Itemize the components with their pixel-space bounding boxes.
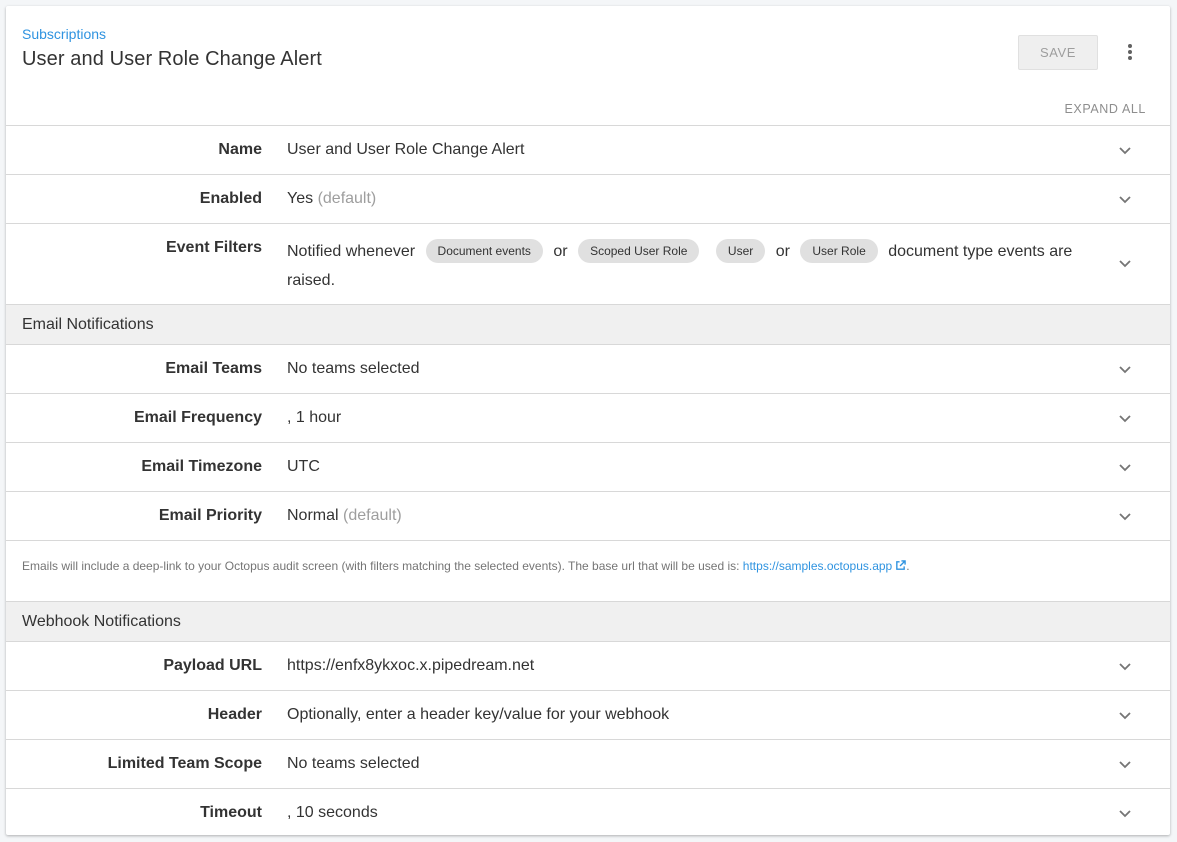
row-label: Email Teams xyxy=(165,360,262,377)
save-button[interactable]: SAVE xyxy=(1018,35,1098,70)
row-label: Event Filters xyxy=(165,239,262,256)
external-link-icon[interactable] xyxy=(895,560,906,571)
chevron-down-icon[interactable] xyxy=(1117,191,1133,207)
row-enabled[interactable]: Enabled Yes (default) xyxy=(6,174,1170,223)
subscription-card: Subscriptions User and User Role Change … xyxy=(6,6,1170,835)
note-text-wrap: Emails will include a deep-link to your … xyxy=(22,559,910,573)
filter-or: or xyxy=(775,243,790,260)
section-webhook-notifications: Webhook Notifications xyxy=(6,601,1170,641)
row-value: Notified whenever Document events or Sco… xyxy=(287,237,1087,295)
row-email-frequency[interactable]: Email Frequency , 1 hour xyxy=(6,393,1170,442)
chevron-down-icon[interactable] xyxy=(1117,142,1133,158)
email-deeplink-note: Emails will include a deep-link to your … xyxy=(6,540,1170,601)
row-label: Email Priority xyxy=(158,507,262,524)
row-label: Enabled xyxy=(199,190,262,207)
default-hint: (default) xyxy=(317,190,377,207)
chevron-down-icon[interactable] xyxy=(1117,508,1133,524)
row-event-filters[interactable]: Event Filters Notified whenever Document… xyxy=(6,223,1170,304)
filter-prefix: Notified whenever xyxy=(287,243,416,260)
row-label: Timeout xyxy=(200,804,262,821)
note-text: Emails will include a deep-link to your … xyxy=(22,559,743,573)
page-title: User and User Role Change Alert xyxy=(22,48,322,70)
row-value: Yes (default) xyxy=(287,190,376,208)
chevron-down-icon[interactable] xyxy=(1117,658,1133,674)
chip-scoped-user-role: Scoped User Role xyxy=(578,239,700,263)
row-header[interactable]: Header Optionally, enter a header key/va… xyxy=(6,690,1170,739)
row-name[interactable]: Name User and User Role Change Alert xyxy=(6,125,1170,174)
section-title: Email Notifications xyxy=(22,316,154,333)
base-url-link[interactable]: https://samples.octopus.app xyxy=(743,559,892,573)
breadcrumb-subscriptions[interactable]: Subscriptions xyxy=(22,26,106,42)
priority-value: Normal xyxy=(287,507,339,524)
row-label: Header xyxy=(207,706,262,723)
chip-document-events: Document events xyxy=(425,239,543,263)
expand-all-button[interactable]: EXPAND ALL xyxy=(1064,102,1146,116)
enabled-value: Yes xyxy=(287,190,314,207)
row-label: Name xyxy=(218,141,262,158)
row-value: , 1 hour xyxy=(287,409,342,426)
row-label: Email Timezone xyxy=(141,458,262,475)
chip-user-role: User Role xyxy=(800,239,878,263)
filter-or: or xyxy=(553,243,568,260)
row-email-priority[interactable]: Email Priority Normal (default) xyxy=(6,491,1170,540)
chevron-down-icon[interactable] xyxy=(1117,255,1133,271)
chevron-down-icon[interactable] xyxy=(1117,707,1133,723)
section-email-notifications: Email Notifications xyxy=(6,304,1170,344)
row-email-timezone[interactable]: Email Timezone UTC xyxy=(6,442,1170,491)
row-value: Optionally, enter a header key/value for… xyxy=(287,706,670,723)
chevron-down-icon[interactable] xyxy=(1117,410,1133,426)
default-hint: (default) xyxy=(343,507,402,524)
note-end: . xyxy=(906,559,910,573)
page-header: Subscriptions User and User Role Change … xyxy=(6,6,1170,125)
row-value: Normal (default) xyxy=(287,507,402,525)
row-value: UTC xyxy=(287,458,320,475)
chevron-down-icon[interactable] xyxy=(1117,459,1133,475)
row-email-teams[interactable]: Email Teams No teams selected xyxy=(6,344,1170,393)
row-value: User and User Role Change Alert xyxy=(287,141,525,158)
row-value: No teams selected xyxy=(287,755,420,772)
row-payload-url[interactable]: Payload URL https://enfx8ykxoc.x.pipedre… xyxy=(6,641,1170,690)
row-label: Limited Team Scope xyxy=(107,755,262,772)
section-title: Webhook Notifications xyxy=(22,613,181,630)
row-limited-team-scope[interactable]: Limited Team Scope No teams selected xyxy=(6,739,1170,788)
row-timeout[interactable]: Timeout , 10 seconds xyxy=(6,788,1170,835)
row-label: Payload URL xyxy=(163,657,262,674)
more-vert-icon[interactable] xyxy=(1118,40,1142,64)
chip-user: User xyxy=(715,239,766,263)
row-value: , 10 seconds xyxy=(287,804,378,821)
chevron-down-icon[interactable] xyxy=(1117,805,1133,821)
chevron-down-icon[interactable] xyxy=(1117,756,1133,772)
row-label: Email Frequency xyxy=(133,409,262,426)
chevron-down-icon[interactable] xyxy=(1117,361,1133,377)
row-value: https://enfx8ykxoc.x.pipedream.net xyxy=(287,657,535,674)
row-value: No teams selected xyxy=(287,360,420,377)
